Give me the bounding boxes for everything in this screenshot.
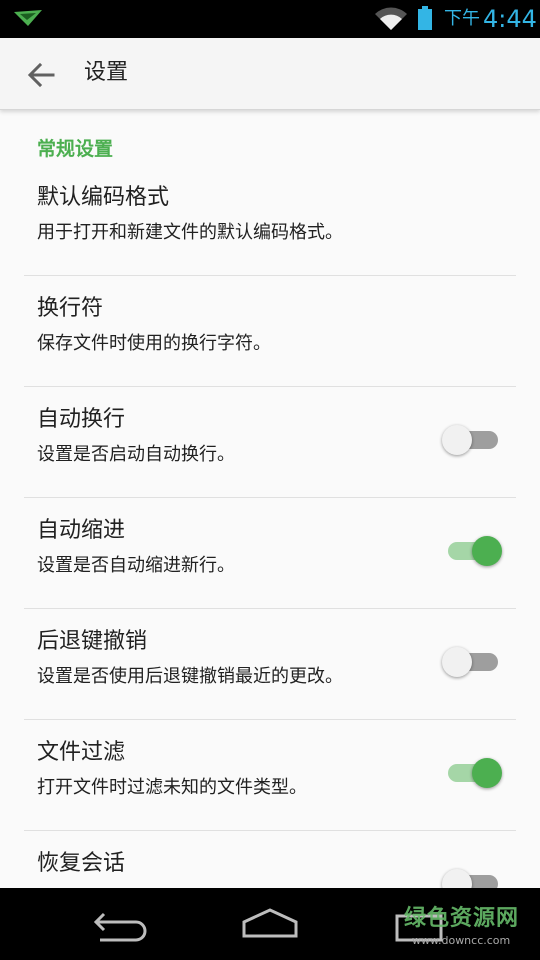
pref-summary: 设置是否使用后退键撤销最近的更改。 (37, 666, 343, 687)
pref-title: 换行符 (37, 296, 104, 321)
pref-line-ending[interactable]: 换行符 保存文件时使用的换行字符。 (24, 275, 516, 387)
pref-backspace-undo[interactable]: 后退键撤销 设置是否使用后退键撤销最近的更改。 (24, 608, 516, 720)
pref-summary: 保存文件时使用的换行字符。 (37, 333, 271, 354)
section-header: 常规设置 (37, 138, 114, 160)
word-wrap-switch[interactable] (442, 422, 502, 458)
pref-summary: 打开文件时过滤未知的文件类型。 (37, 777, 307, 798)
pref-title: 后退键撤销 (37, 629, 148, 654)
file-filter-switch[interactable] (442, 755, 502, 791)
battery-icon (418, 6, 432, 30)
pref-word-wrap[interactable]: 自动换行 设置是否启动自动换行。 (24, 386, 516, 498)
settings-list[interactable]: 常规设置 默认编码格式 用于打开和新建文件的默认编码格式。 换行符 保存文件时使… (0, 110, 540, 888)
nav-back-icon[interactable] (86, 902, 156, 946)
restore-session-switch[interactable] (442, 866, 502, 888)
pref-title: 文件过滤 (37, 740, 126, 765)
switch-thumb (442, 425, 472, 455)
pref-title: 恢复会话 (37, 851, 126, 876)
pref-title: 自动换行 (37, 407, 126, 432)
pref-summary: 设置是否自动缩进新行。 (37, 555, 235, 576)
watermark-title: 绿色资源网 (404, 906, 520, 931)
watermark-url: www.downcc.com (412, 934, 511, 947)
pref-title: 自动缩进 (37, 518, 126, 543)
page-title: 设置 (84, 60, 129, 85)
pref-title: 默认编码格式 (37, 185, 170, 210)
nav-home-icon[interactable] (235, 902, 305, 946)
auto-indent-switch[interactable] (442, 533, 502, 569)
switch-thumb (442, 647, 472, 677)
pref-auto-indent[interactable]: 自动缩进 设置是否自动缩进新行。 (24, 497, 516, 609)
arrow-back-icon[interactable] (26, 60, 56, 90)
pref-restore-session[interactable]: 恢复会话 (24, 830, 516, 888)
navigation-bar: 绿色资源网 www.downcc.com (0, 888, 540, 960)
pref-summary: 用于打开和新建文件的默认编码格式。 (37, 222, 343, 243)
wifi-icon (375, 7, 407, 30)
notification-icon (14, 10, 42, 26)
status-time: 4:44 (483, 5, 537, 33)
pref-summary: 设置是否启动自动换行。 (37, 444, 235, 465)
backspace-undo-switch[interactable] (442, 644, 502, 680)
switch-thumb (442, 869, 472, 888)
pref-default-encoding[interactable]: 默认编码格式 用于打开和新建文件的默认编码格式。 (24, 164, 516, 276)
app-bar: 设置 (0, 38, 540, 110)
switch-thumb (472, 758, 502, 788)
status-bar: 下午 4:44 (0, 0, 540, 38)
switch-thumb (472, 536, 502, 566)
status-ampm: 下午 (444, 8, 480, 29)
pref-file-filter[interactable]: 文件过滤 打开文件时过滤未知的文件类型。 (24, 719, 516, 831)
